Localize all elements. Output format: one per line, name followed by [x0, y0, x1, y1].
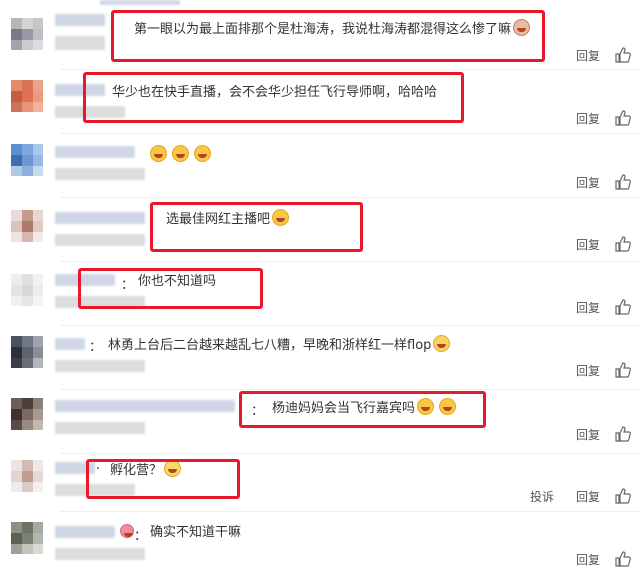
- comment-row: ： 确实不知道干嘛 回复: [0, 512, 640, 572]
- avatar[interactable]: [11, 18, 43, 50]
- reply-button[interactable]: 回复: [576, 299, 600, 316]
- thumbs-up-icon[interactable]: [614, 425, 632, 443]
- avatar[interactable]: [11, 274, 43, 306]
- comment-row: ： 你也不知道吗 回复: [0, 262, 640, 324]
- avatar[interactable]: [11, 398, 43, 430]
- user-name[interactable]: [55, 338, 85, 350]
- reply-button[interactable]: 回复: [576, 426, 600, 443]
- thumbs-up-icon[interactable]: [614, 361, 632, 379]
- reply-button[interactable]: 回复: [576, 488, 600, 505]
- reply-button[interactable]: 回复: [576, 47, 600, 64]
- laugh-emoji-icon: [194, 145, 211, 162]
- avatar[interactable]: [11, 80, 43, 112]
- blurred-text: [55, 360, 145, 372]
- comment-row: 回复: [0, 134, 640, 196]
- avatar[interactable]: [11, 210, 43, 242]
- comment-row: · 孵化营？ 投诉 回复: [0, 454, 640, 510]
- avatar[interactable]: [11, 460, 43, 492]
- reply-button[interactable]: 回复: [576, 551, 600, 568]
- highlight-box: [86, 459, 240, 499]
- comment-row: 华少也在快手直播，会不会华少担任飞行导师啊，哈哈哈 回复: [0, 70, 640, 132]
- comment-row: ： 林勇上台后二台越来越乱七八糟，早晚和浙样红一样flop 回复: [0, 326, 640, 388]
- comment-row: ： 杨迪妈妈会当飞行嘉宾吗 回复: [0, 390, 640, 452]
- comment-text: 林勇上台后二台越来越乱七八糟，早晚和浙样红一样flop: [108, 335, 451, 356]
- rolling-eyes-emoji-icon: [433, 335, 451, 352]
- thumbs-up-icon[interactable]: [614, 173, 632, 191]
- blurred-text: [55, 168, 145, 180]
- thumbs-up-icon[interactable]: [614, 109, 632, 127]
- comment-row: 第一眼以为最上面排那个是杜海涛，我说杜海涛都混得这么惨了嘛 回复: [0, 6, 640, 66]
- avatar[interactable]: [11, 336, 43, 368]
- user-name[interactable]: [55, 212, 145, 224]
- colon: ：: [134, 529, 148, 544]
- colon: ：: [89, 340, 103, 355]
- thumbs-up-icon[interactable]: [614, 46, 632, 64]
- comment-text: [148, 145, 211, 166]
- user-name[interactable]: [55, 400, 235, 412]
- user-name[interactable]: [55, 14, 105, 26]
- thumbs-up-icon[interactable]: [614, 298, 632, 316]
- comment-row: 选最佳网红主播吧 回复: [0, 198, 640, 260]
- heart-eyes-emoji-icon: [120, 524, 134, 538]
- thumbs-up-icon[interactable]: [614, 487, 632, 505]
- blurred-text: [100, 0, 180, 5]
- thumbs-up-icon[interactable]: [614, 550, 632, 568]
- report-button[interactable]: 投诉: [530, 488, 554, 505]
- reply-button[interactable]: 回复: [576, 362, 600, 379]
- blurred-text: [55, 422, 145, 434]
- comment-text: 确实不知道干嘛: [150, 525, 242, 540]
- blurred-text: [55, 234, 145, 246]
- laugh-emoji-icon: [150, 145, 167, 162]
- highlight-box: [239, 391, 486, 428]
- avatar[interactable]: [11, 522, 43, 554]
- avatar[interactable]: [11, 144, 43, 176]
- thumbs-up-icon[interactable]: [614, 235, 632, 253]
- reply-button[interactable]: 回复: [576, 236, 600, 253]
- highlight-box: [150, 202, 363, 252]
- highlight-box: [78, 268, 263, 309]
- reply-button[interactable]: 回复: [576, 110, 600, 127]
- blurred-text: [55, 36, 105, 50]
- laugh-emoji-icon: [172, 145, 189, 162]
- highlight-box: [111, 10, 545, 62]
- highlight-box: [83, 72, 464, 123]
- user-name[interactable]: [55, 526, 115, 538]
- blurred-text: [55, 548, 145, 560]
- user-name[interactable]: [55, 146, 135, 158]
- reply-button[interactable]: 回复: [576, 174, 600, 191]
